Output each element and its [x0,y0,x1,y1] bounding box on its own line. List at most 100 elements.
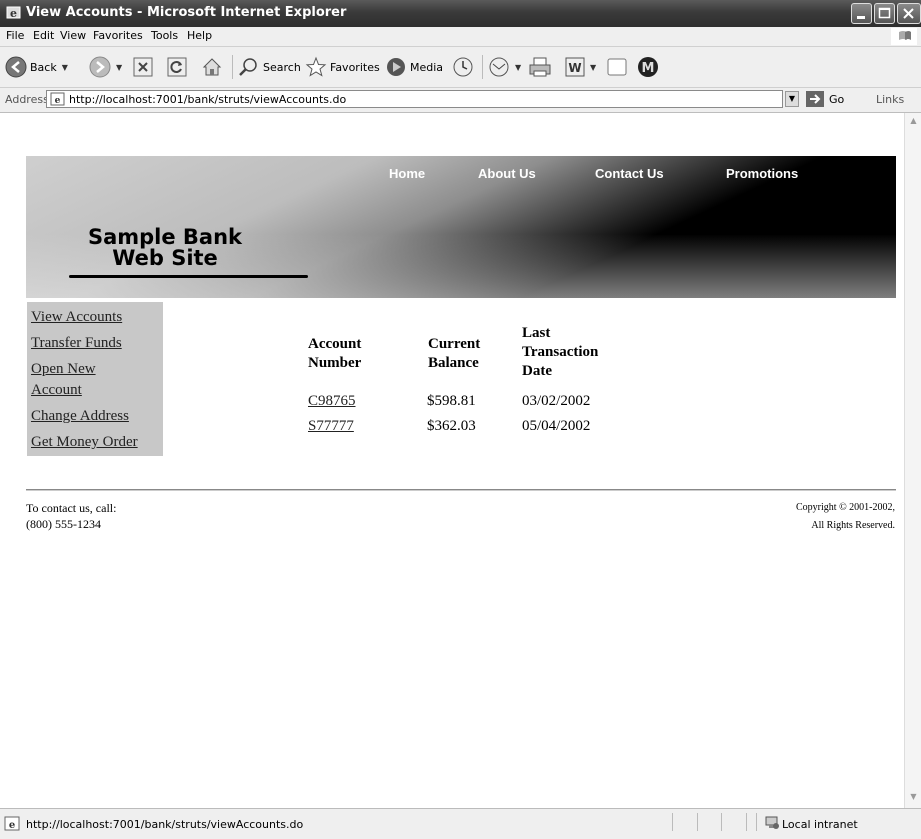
header-last-transaction-date: Last Transaction Date [522,325,599,379]
toolbar-separator [482,55,483,79]
contact-info: To contact us, call: (800) 555-1234 [26,501,117,531]
intranet-zone-icon [765,816,779,829]
scroll-up-icon[interactable]: ▲ [907,116,920,129]
word-icon: W [565,57,585,77]
title-bar[interactable]: e View Accounts - Microsoft Internet Exp… [0,0,921,27]
media-button[interactable]: Media [385,51,443,83]
close-icon [903,8,914,19]
menu-file[interactable]: File [6,29,24,42]
svg-text:e: e [10,7,17,20]
minimize-icon [857,16,865,19]
address-input[interactable]: e http://localhost:7001/bank/struts/view… [46,90,783,108]
menu-tools[interactable]: Tools [151,29,178,42]
standard-toolbar: Back ▼ ▼ Search Favorites Media ▼ W ▼ M [0,47,921,88]
sidebar-item-change-address[interactable]: Change Address [31,408,129,425]
go-arrow-icon [806,91,824,107]
security-zone-label: Local intranet [782,818,858,831]
history-button[interactable] [452,51,474,83]
menu-edit[interactable]: Edit [33,29,54,42]
close-button[interactable] [897,3,921,24]
minimize-button[interactable] [851,3,872,24]
sidebar-item-get-money-order[interactable]: Get Money Order [31,434,138,451]
refresh-icon [167,57,187,77]
scroll-down-icon[interactable]: ▼ [907,792,920,805]
svg-text:W: W [568,61,581,75]
account-balance: $362.03 [427,418,476,434]
stop-button[interactable] [133,51,153,83]
mail-button[interactable]: ▼ [488,51,521,83]
edit-button[interactable]: W ▼ [565,51,596,83]
star-icon [305,56,327,77]
links-label[interactable]: Links [876,93,904,106]
logo-underline [69,275,308,278]
history-icon [453,57,473,77]
header-account-number: Account Number [308,336,362,371]
printer-icon [529,57,551,77]
sidebar-menu: View Accounts Transfer Funds Open New Ac… [27,302,163,456]
search-label: Search [263,60,301,74]
menu-help[interactable]: Help [187,29,212,42]
home-icon [202,58,222,76]
menu-favorites[interactable]: Favorites [93,29,143,42]
svg-text:M: M [642,61,655,76]
footer-divider [26,489,896,491]
forward-dropdown-icon[interactable]: ▼ [116,63,122,72]
account-last-date: 05/04/2002 [522,418,591,434]
address-dropdown-icon[interactable]: ▼ [785,91,799,107]
logo-line-1: Sample Bank [87,225,243,249]
nav-contact-us[interactable]: Contact Us [595,166,664,181]
windows-logo-icon [891,28,917,45]
maximize-button[interactable] [874,3,895,24]
home-button[interactable] [201,51,223,83]
mail-dropdown-icon[interactable]: ▼ [515,63,521,72]
sidebar-item-open-new-account-line2[interactable]: Account [31,382,82,399]
sidebar-item-transfer-funds[interactable]: Transfer Funds [31,335,122,352]
forward-button[interactable]: ▼ [89,51,122,83]
address-url: http://localhost:7001/bank/struts/viewAc… [69,93,347,106]
favorites-label: Favorites [330,60,380,74]
back-label: Back [30,60,57,74]
back-dropdown-icon[interactable]: ▼ [62,63,68,72]
copyright-notice: Copyright © 2001-2002, All Rights Reserv… [796,502,895,531]
print-button[interactable] [528,51,552,83]
nav-about-us[interactable]: About Us [478,166,536,181]
site-logo: Sample Bank Web Site [45,227,285,269]
search-button[interactable]: Search [238,51,301,83]
header-current-balance: Current Balance [428,336,481,371]
menu-view[interactable]: View [60,29,86,42]
go-button[interactable]: Go [806,91,844,107]
edit-dropdown-icon[interactable]: ▼ [590,63,596,72]
discuss-button[interactable] [606,51,628,83]
address-label: Address [5,93,49,106]
sidebar-item-view-accounts[interactable]: View Accounts [31,309,122,326]
browser-window: e View Accounts - Microsoft Internet Exp… [0,0,921,839]
status-bar: e http://localhost:7001/bank/struts/view… [0,808,921,839]
vertical-scrollbar[interactable]: ▲ ▼ [904,113,921,808]
logo-line-2: Web Site [112,246,218,270]
toolbar-separator [232,55,233,79]
stop-icon [133,57,153,77]
messenger-button[interactable]: M [637,51,659,83]
media-icon [387,58,405,76]
favorites-button[interactable]: Favorites [305,51,380,83]
go-label: Go [829,92,845,106]
forward-arrow-icon [89,56,111,78]
page-icon: e [50,92,65,106]
internet-explorer-icon: e [6,6,21,20]
svg-text:e: e [9,820,15,831]
address-bar: Address e http://localhost:7001/bank/str… [0,88,921,113]
sidebar-item-open-new-account[interactable]: Open New [31,361,96,378]
search-icon [239,58,257,76]
account-number-link[interactable]: S77777 [308,418,354,435]
refresh-button[interactable] [167,51,187,83]
account-number-link[interactable]: C98765 [308,393,356,410]
page-status-icon: e [4,816,20,831]
media-label: Media [410,60,444,74]
nav-promotions[interactable]: Promotions [726,166,798,181]
page-content: Home About Us Contact Us Promotions Samp… [0,113,904,808]
mail-icon [489,57,509,77]
back-button[interactable]: Back ▼ [5,51,68,83]
window-title: View Accounts - Microsoft Internet Explo… [26,5,347,20]
nav-home[interactable]: Home [389,166,425,181]
messenger-icon: M [638,57,658,77]
